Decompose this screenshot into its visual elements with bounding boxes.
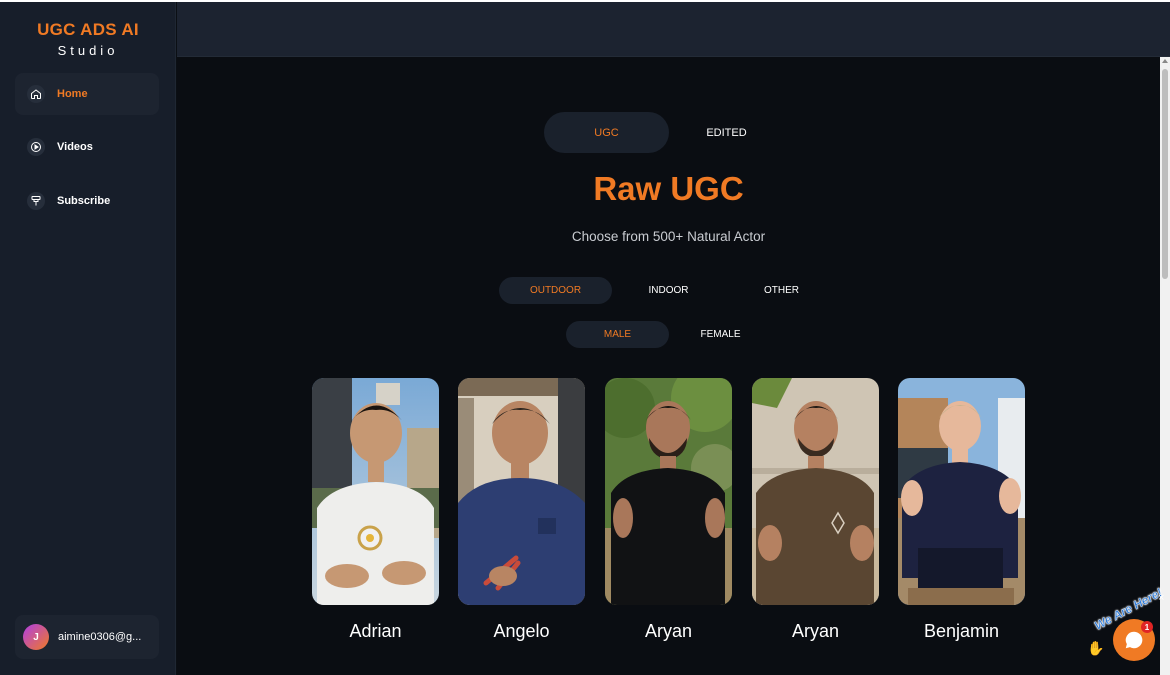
actor-grid: Adrian Angelo Aryan Aryan Benjamin [312, 378, 1026, 648]
scrollbar-thumb[interactable] [1162, 69, 1168, 279]
chat-widget[interactable]: × We Are Here! ✋ 1 [1085, 585, 1170, 672]
actor-card[interactable]: Benjamin [898, 378, 1025, 642]
chat-bubble-icon [1125, 631, 1143, 649]
actor-name: Angelo [493, 621, 550, 641]
actor-name: Aryan [791, 621, 840, 641]
actor-thumbnail[interactable] [312, 378, 439, 605]
sidebar-item-videos[interactable]: Videos [15, 126, 159, 168]
setting-tabs: OUTDOOR INDOOR OTHER [499, 277, 838, 304]
page-scrollbar[interactable] [1160, 57, 1170, 675]
tab-edited[interactable]: EDITED [669, 112, 784, 153]
page-subtitle: Choose from 500+ Natural Actor [571, 229, 766, 244]
actor-card[interactable]: Aryan [605, 378, 732, 642]
actor-thumbnail[interactable] [898, 378, 1025, 605]
tab-indoor[interactable]: INDOOR [612, 277, 725, 304]
subscribe-icon [27, 192, 45, 210]
tab-ugc[interactable]: UGC [544, 112, 669, 153]
page-title: Raw UGC [593, 170, 744, 207]
user-email: aimine0306@g... [58, 631, 142, 643]
notification-badge: 1 [1141, 621, 1153, 633]
actor-card[interactable]: Adrian [312, 378, 439, 642]
home-icon [27, 85, 45, 103]
play-circle-icon [27, 138, 45, 156]
avatar: J [23, 624, 49, 650]
logo-title: UGC ADS AI [37, 20, 139, 39]
actor-thumbnail[interactable] [752, 378, 879, 605]
app-window: UGC ADS AI Studio Home Videos Subscribe … [0, 0, 1170, 675]
actor-name: Benjamin [923, 621, 1000, 641]
sidebar-item-label: Home [57, 88, 88, 100]
user-profile-card[interactable]: J aimine0306@g... [15, 615, 159, 659]
logo[interactable]: UGC ADS AI Studio [0, 20, 176, 58]
tab-outdoor[interactable]: OUTDOOR [499, 277, 612, 304]
gender-tabs: MALE FEMALE [566, 321, 772, 348]
top-header-bar [177, 2, 1170, 57]
sidebar-item-subscribe[interactable]: Subscribe [15, 180, 159, 222]
waving-hand-icon: ✋ [1087, 640, 1105, 656]
sidebar-item-label: Subscribe [57, 195, 111, 207]
actor-name: Adrian [349, 621, 402, 641]
sidebar: UGC ADS AI Studio Home Videos Subscribe … [0, 2, 176, 675]
mode-tabs: UGC EDITED [544, 112, 784, 153]
actor-thumbnail[interactable] [458, 378, 585, 605]
actor-name: Aryan [644, 621, 693, 641]
tab-female[interactable]: FEMALE [669, 321, 772, 348]
tab-male[interactable]: MALE [566, 321, 669, 348]
actor-card[interactable]: Angelo [458, 378, 585, 642]
scroll-up-arrow-icon[interactable] [1162, 59, 1168, 63]
tab-other[interactable]: OTHER [725, 277, 838, 304]
actor-card[interactable]: Aryan [752, 378, 879, 642]
logo-subtitle: Studio [57, 43, 119, 58]
actor-thumbnail[interactable] [605, 378, 732, 605]
sidebar-item-label: Videos [57, 141, 93, 153]
sidebar-item-home[interactable]: Home [15, 73, 159, 115]
